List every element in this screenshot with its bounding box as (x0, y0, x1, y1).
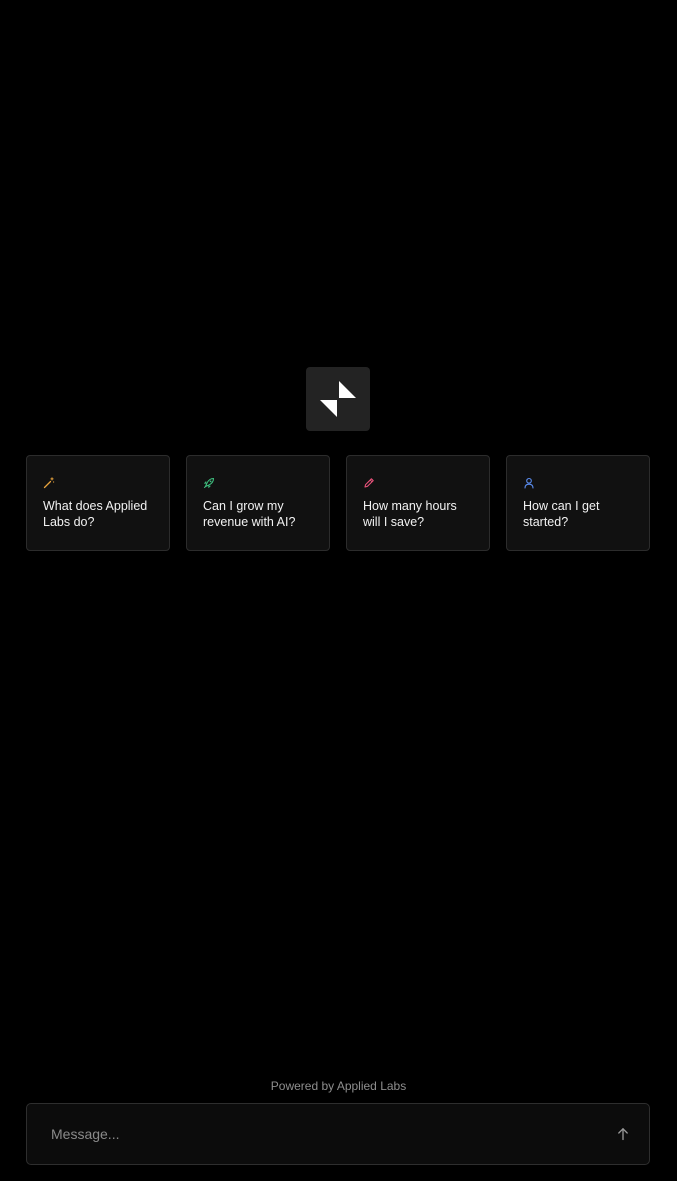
pencil-icon (363, 477, 375, 489)
suggestion-card-what-does[interactable]: What does Applied Labs do? (26, 455, 170, 551)
magic-wand-icon (43, 477, 55, 489)
logo-mark-icon (320, 381, 356, 417)
suggestion-card-hours-saved[interactable]: How many hours will I save? (346, 455, 490, 551)
user-icon (523, 477, 535, 489)
suggestion-card-grow-revenue[interactable]: Can I grow my revenue with AI? (186, 455, 330, 551)
arrow-up-icon (618, 1128, 628, 1141)
suggestion-list: What does Applied Labs do? Can I grow my… (26, 455, 650, 551)
suggestion-label: What does Applied Labs do? (43, 499, 148, 529)
message-composer (26, 1103, 650, 1165)
suggestion-label: Can I grow my revenue with AI? (203, 499, 296, 529)
send-button[interactable] (611, 1122, 635, 1146)
suggestion-card-get-started[interactable]: How can I get started? (506, 455, 650, 551)
brand-logo (306, 367, 370, 431)
message-input[interactable] (51, 1104, 591, 1164)
suggestion-label: How many hours will I save? (363, 499, 457, 529)
powered-by-text: Powered by Applied Labs (270, 1079, 407, 1093)
suggestion-label: How can I get started? (523, 499, 600, 529)
chat-page: What does Applied Labs do? Can I grow my… (0, 0, 677, 1181)
rocket-icon (203, 477, 215, 489)
